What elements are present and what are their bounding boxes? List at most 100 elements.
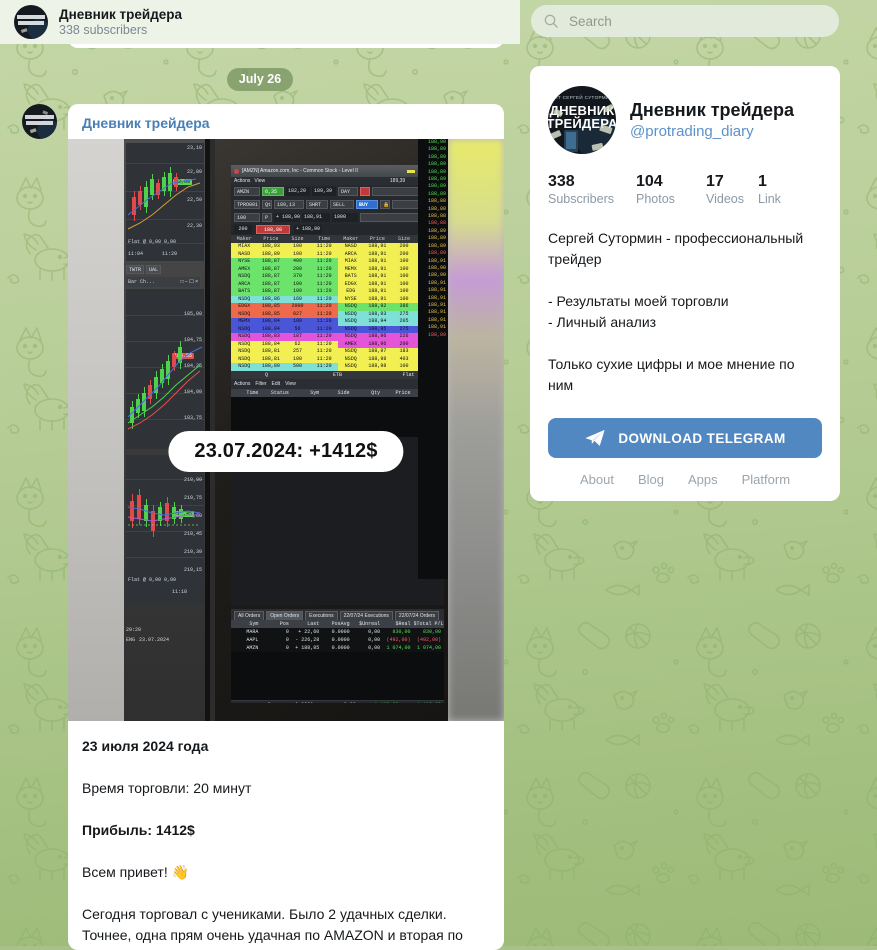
level2-size: 100 (293, 250, 303, 257)
stat-number: 1 (758, 173, 767, 190)
post-text-paragraph: Время торговли: 20 минут (82, 780, 252, 796)
channel-post[interactable]: Дневник трейдера 23,10 22,80 22,50 22,30… (68, 104, 504, 950)
orders-menu-view[interactable]: View (285, 381, 296, 387)
level2-row: NSDQ 188,87 370 11:20 (231, 273, 338, 281)
level2-bid-column: Maker Price Size Time MIAX 188,93 100 11:20… (231, 235, 338, 371)
flat-label: Flat @ 0,00 0,00 (128, 577, 177, 583)
p-label: P (262, 213, 272, 222)
position-last: - 226,28 (295, 637, 320, 643)
footer-link-platform[interactable]: Platform (742, 472, 790, 487)
ph-pos: Pos (279, 621, 289, 627)
level2-size: 183 (399, 348, 409, 354)
level2-row: NSDQ 188,85 827 11:20 (231, 310, 338, 318)
positions-tab[interactable]: 22/07/24 Orders (394, 611, 440, 620)
post-avatar[interactable] (22, 104, 57, 139)
level2-time: 11:20 (316, 318, 332, 324)
level2-time: 11:20 (316, 355, 332, 362)
level2-row: NSDQ 188,86 160 11:20 (231, 295, 338, 303)
l2-footer-q: Q (264, 371, 268, 378)
level2-row: NSDQ 188,84 62 11:20 (231, 340, 338, 348)
footer-link-blog[interactable]: Blog (638, 472, 664, 487)
level2-time: 11:20 (316, 363, 332, 369)
ladder-price: 188,89 (427, 242, 446, 249)
order-toolbar-row2: TPRO001 Qt 189,13 SHRT SELL BUY 🔒 (231, 198, 444, 211)
level2-maker: NSDQ (238, 355, 251, 362)
level2-maker: EDGX (344, 280, 357, 287)
channel-header: Дневник трейдера 338 subscribers (0, 0, 520, 44)
level2-maker: NSDQ (238, 340, 251, 347)
sell-button[interactable]: SELL (330, 200, 354, 209)
level2-maker: NSDQ (344, 318, 357, 324)
profile-username[interactable]: @protrading_diary (630, 123, 794, 140)
level2-price: 188,86 (261, 295, 280, 302)
left-monitor: 23,10 22,80 22,50 22,30 22,60 Flat @ 0,0… (124, 139, 210, 721)
buy-button[interactable]: BUY (356, 200, 378, 209)
ph-unreal: $Unreal (359, 621, 381, 627)
positions-tab[interactable]: All Orders (234, 611, 265, 620)
desc-line-1: Сергей Сутормин - профессиональный трейд… (548, 230, 804, 267)
level2-size: 386 (399, 303, 409, 309)
profile-description: Сергей Сутормин - профессиональный трейд… (548, 228, 822, 396)
level2-row: NSDQ 188,80 500 11:20 (231, 363, 338, 371)
positions-tab[interactable]: 22/07/24 Executions (339, 611, 393, 620)
header-avatar[interactable] (14, 5, 48, 39)
level2-size: 100 (293, 280, 303, 287)
level2-maker: MEMX (238, 318, 251, 324)
menu-actions[interactable]: Actions (234, 178, 250, 184)
flat-label: Flat @ 0,00 0,00 (128, 239, 177, 245)
level2-price: 188,92 (368, 303, 387, 309)
level2-size: 2000 (291, 303, 304, 309)
menu-view[interactable]: View (254, 178, 265, 184)
ladder-price: 188,88 (427, 205, 446, 212)
level2-row: AMEX 188,87 200 11:20 (231, 265, 338, 273)
account-field[interactable]: TPRO001 (234, 200, 260, 209)
positions-tabs[interactable]: All Orders Open Orders Executions 22/07/24 … (231, 609, 444, 620)
post-text-paragraph: 23 июля 2024 года (82, 738, 209, 754)
symbol-field[interactable]: AMZN (234, 187, 260, 196)
level2-price: 188,80 (261, 363, 280, 369)
level2-maker: MIAX (344, 258, 357, 264)
cancel-icon[interactable] (360, 187, 370, 196)
level2-size: 200 (293, 265, 303, 272)
level2-row: NASD 188,89 100 11:20 (231, 250, 338, 258)
short-button[interactable]: SHRT (306, 200, 328, 209)
level2-maker: BATS (238, 288, 251, 294)
ticker-tab: TWTR (126, 265, 145, 274)
ladder-price: 188,90 (427, 139, 446, 145)
lock-icon[interactable]: 🔒 (380, 200, 390, 209)
level2-maker: ARCA (344, 250, 357, 257)
level2-size: 200 (399, 243, 409, 249)
profile-avatar[interactable]: CAЙT CEPГEЙ CУTOPMИHA ДНЕВНИК ТРЕЙДЕРА (548, 86, 616, 154)
qty-price-field[interactable]: 189,13 (274, 200, 304, 209)
download-telegram-label: DOWNLOAD TELEGRAM (618, 430, 786, 446)
duration-field[interactable]: DAY (338, 187, 358, 196)
footer-link-about[interactable]: About (580, 472, 614, 487)
col-maker: Maker (343, 236, 359, 242)
post-photo[interactable]: 23,10 22,80 22,50 22,30 22,60 Flat @ 0,0… (68, 139, 504, 721)
download-telegram-button[interactable]: DOWNLOAD TELEGRAM (548, 418, 822, 458)
summary-cell: 1 412,00 (359, 702, 402, 703)
footer-link-apps[interactable]: Apps (688, 472, 718, 487)
photo-caption-overlay: 23.07.2024: +1412$ (168, 431, 404, 472)
level2-window: [AMZN] Amazon.com, Inc - Common Stock - … (231, 165, 444, 605)
positions-tab[interactable]: Executions (305, 611, 338, 620)
orders-menu-filter[interactable]: Filter (255, 381, 266, 387)
position-pos: 0 (285, 629, 289, 635)
orders-menu-actions[interactable]: Actions (234, 381, 250, 387)
lang-label: ENG (126, 637, 136, 643)
level2-size: 100 (293, 318, 303, 324)
summary-cell: 1 412,00 (401, 702, 444, 703)
profile-footer-links[interactable]: About Blog Apps Platform (548, 472, 822, 487)
level2-price: 188,95 (368, 325, 387, 332)
positions-tab[interactable]: Open Orders (266, 611, 304, 620)
position-real: 1 074,00 (386, 645, 411, 651)
level2-price: 188,87 (261, 288, 280, 294)
bid-badge: 6,35 (262, 187, 284, 196)
ladder-price: 188,89 (427, 190, 446, 197)
level2-size: 160 (293, 295, 303, 302)
orders-menu-edit[interactable]: Edit (272, 381, 281, 387)
post-author-name[interactable]: Дневник трейдера (68, 104, 504, 139)
search-bar[interactable]: Search (531, 5, 839, 37)
position-real: 830,00 (392, 629, 411, 635)
size-field[interactable]: 100 (234, 213, 260, 222)
